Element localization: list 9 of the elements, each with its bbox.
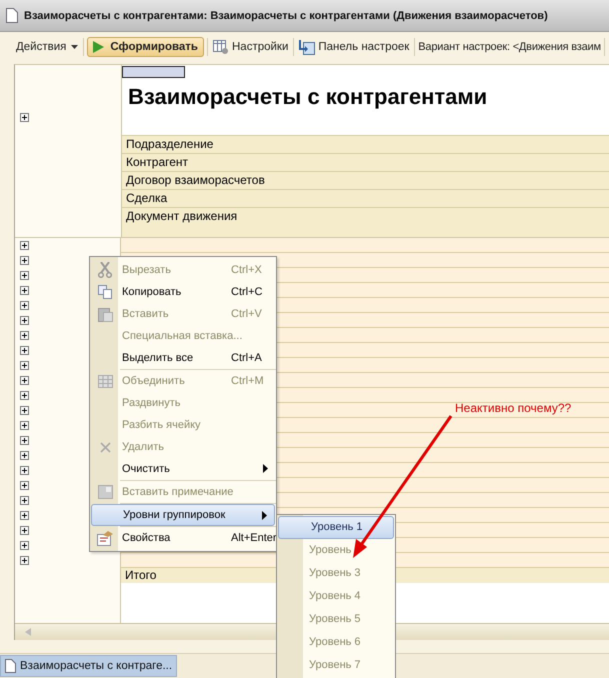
- grouping-header-row: Контрагент: [122, 153, 609, 171]
- grouping-header-row: Сделка: [122, 189, 609, 207]
- report-title: Взаиморасчеты с контрагентами: [127, 83, 488, 111]
- grouping-header-row: Договор взаиморасчетов: [122, 171, 609, 189]
- window-title: Взаиморасчеты с контрагентами: Взаиморасчеты с контрагентами (Движения взаиморасчетов): [24, 10, 548, 22]
- grouping-header-row: Подразделение: [122, 135, 609, 153]
- grouping-header-row: Документ движения: [122, 207, 609, 225]
- annotation-text: Неактивно почему??: [455, 401, 572, 415]
- settings-variant-label: Вариант настроек: <Движения взаим: [418, 41, 601, 53]
